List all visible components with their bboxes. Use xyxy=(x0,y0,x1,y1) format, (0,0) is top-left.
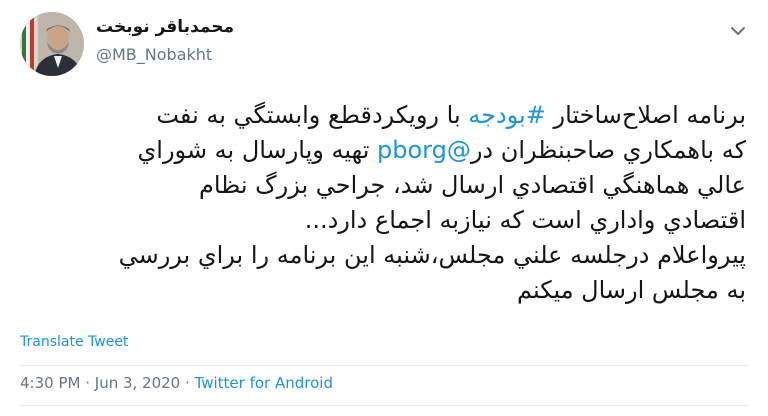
tweet-text-segment: با رويكردقطع وابستگي به نفت xyxy=(156,101,469,129)
tweet-text-segment: برنامه اصلاح‌ساختار xyxy=(545,101,746,129)
author-handle[interactable]: @MB_Nobakht xyxy=(96,45,212,64)
tweet-text-segment: كه باهمكاري صاحبنظران در xyxy=(470,136,746,164)
tweet-line-4: اقتصادي واداري است كه نيازبه اجماع دارد.… xyxy=(304,206,746,234)
tweet-text-segment: تهيه وپارسال به شوراي xyxy=(137,136,377,164)
profile-photo xyxy=(20,12,84,76)
tweet-card: محمدباقر نوبخت @MB_Nobakht برنامه اصلاح‌… xyxy=(0,0,768,416)
avatar[interactable] xyxy=(20,12,84,76)
hashtag-link[interactable]: #بودجه xyxy=(468,101,546,129)
author-display-name[interactable]: محمدباقر نوبخت xyxy=(96,17,234,37)
translate-tweet-link[interactable]: Translate Tweet xyxy=(20,334,128,350)
mention-link[interactable]: @pborg xyxy=(377,136,471,164)
divider xyxy=(20,365,748,366)
tweet-date[interactable]: Jun 3, 2020 xyxy=(95,374,180,392)
tweet-text: برنامه اصلاح‌ساختار #بودجه با رويكردقطع … xyxy=(20,98,746,308)
tweet-line-2: كه باهمكاري صاحبنظران در@pborg تهيه وپار… xyxy=(20,133,747,168)
meta-separator: · xyxy=(80,374,95,392)
chevron-down-icon[interactable] xyxy=(730,22,746,35)
meta-separator: · xyxy=(180,374,195,392)
divider xyxy=(20,405,748,406)
tweet-line-1: برنامه اصلاح‌ساختار #بودجه با رويكردقطع … xyxy=(20,98,746,133)
tweet-line-6: به مجلس ارسال ميكنم xyxy=(516,276,746,304)
tweet-line-3: عالي هماهنگي اقتصادي ارسال شد، جراحي بزر… xyxy=(198,171,746,199)
tweet-meta: 4:30 PM · Jun 3, 2020 · Twitter for Andr… xyxy=(20,374,333,392)
tweet-line-5: پيرواعلام درجلسه علني مجلس،شنبه اين برنا… xyxy=(118,241,746,269)
tweet-time[interactable]: 4:30 PM xyxy=(20,374,80,392)
tweet-source-link[interactable]: Twitter for Android xyxy=(195,374,333,392)
